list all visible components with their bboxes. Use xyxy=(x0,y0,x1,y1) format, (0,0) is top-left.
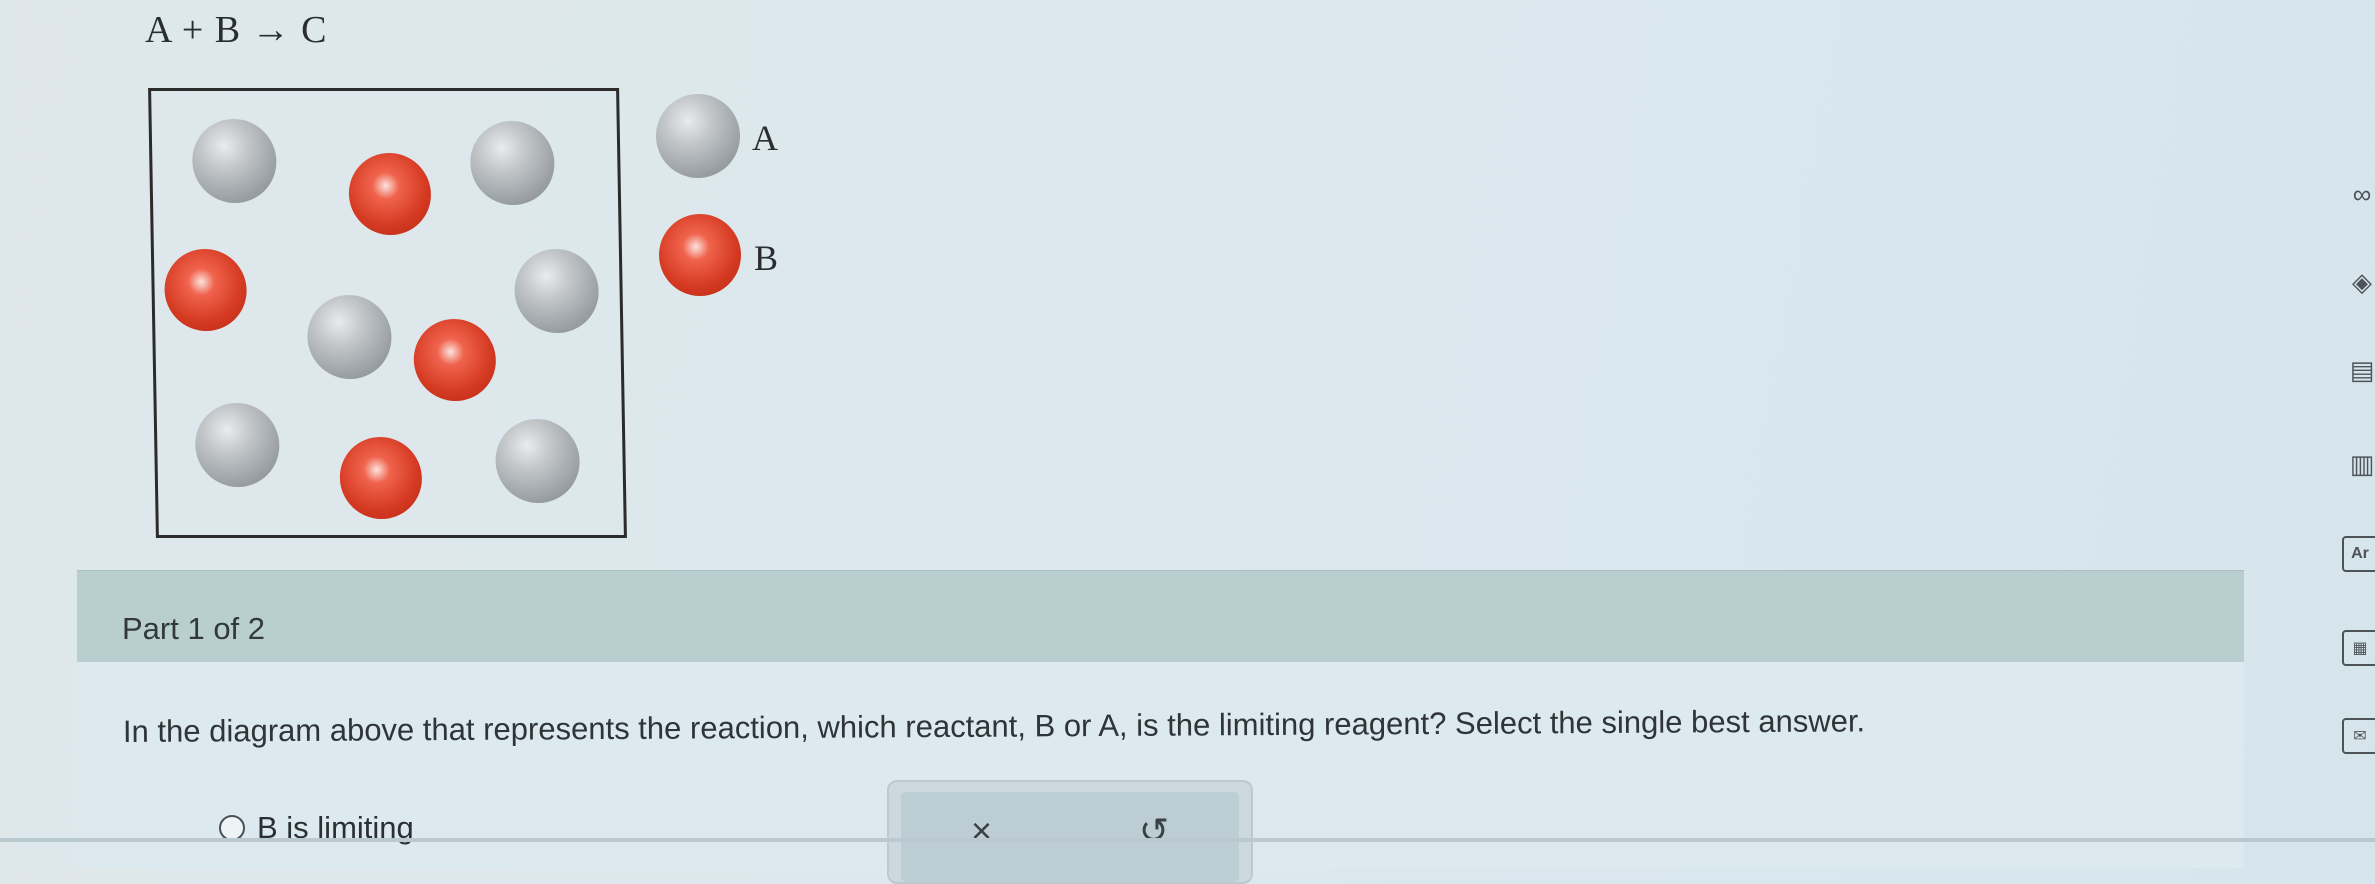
legend-b-label: B xyxy=(754,238,779,278)
chart-icon[interactable]: ▥ xyxy=(2342,444,2375,484)
particle-a xyxy=(306,295,393,379)
particle-b xyxy=(163,249,248,331)
particle-b xyxy=(348,153,432,235)
action-bar-inner xyxy=(901,792,1239,882)
particle-b xyxy=(413,319,497,401)
particle-a xyxy=(191,119,278,203)
notes-icon[interactable]: ▤ xyxy=(2342,350,2375,390)
legend-a-label: A xyxy=(752,118,778,158)
particle-a xyxy=(194,403,281,487)
legend-a-particle xyxy=(656,94,740,178)
calculator-icon[interactable]: ▦ xyxy=(2342,630,2375,666)
tag-icon[interactable]: ◈ xyxy=(2342,262,2375,302)
undo-button[interactable]: ↺ xyxy=(1139,810,1169,852)
legend-b-particle xyxy=(659,214,741,296)
part-label: Part 1 of 2 xyxy=(122,611,266,646)
part-header: Part 1 of 2 xyxy=(77,570,2244,663)
particle-b xyxy=(339,437,423,519)
particle-a xyxy=(469,121,556,205)
equation: A + B → C xyxy=(145,9,328,51)
question-text: In the diagram above that represents the… xyxy=(122,703,1866,749)
tool-sidebar: ∞ ◈ ▤ ▥ Ar ▦ ✉ xyxy=(2320,160,2375,760)
particle-a xyxy=(494,419,581,503)
periodic-table-label: Ar xyxy=(2351,545,2369,562)
bottom-divider xyxy=(0,838,2375,842)
particle-a xyxy=(513,249,600,333)
infinity-icon[interactable]: ∞ xyxy=(2342,174,2375,214)
periodic-table-icon[interactable]: Ar xyxy=(2342,536,2375,572)
clear-button[interactable]: × xyxy=(971,810,992,852)
mail-icon[interactable]: ✉ xyxy=(2342,718,2375,754)
particle-diagram xyxy=(148,88,627,538)
action-bar: × ↺ xyxy=(887,780,1253,884)
